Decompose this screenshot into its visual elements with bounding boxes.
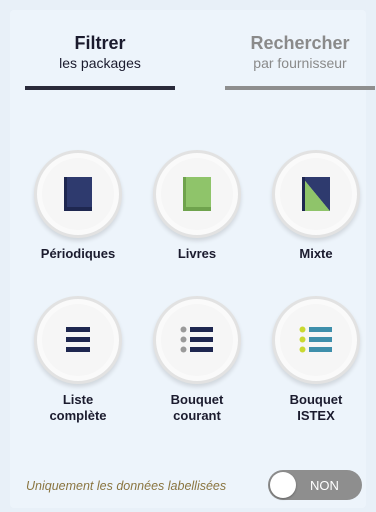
current-bouquet-list-icon	[180, 326, 213, 353]
tile-label-line2: ISTEX	[297, 408, 335, 423]
labelled-data-label: Uniquement les données labellisées	[26, 479, 227, 493]
tab-subtitle: par fournisseur	[253, 55, 347, 71]
tile-label-line1: Bouquet	[170, 392, 224, 407]
tile-livres[interactable]: Livres	[142, 150, 252, 262]
list-icon	[66, 327, 90, 352]
tile-circle	[153, 150, 241, 238]
tile-circle	[34, 296, 122, 384]
books-icon	[183, 177, 211, 211]
labelled-data-filter: Uniquement les données labellisées NON	[10, 470, 366, 506]
tab-title: Rechercher	[250, 33, 350, 53]
tile-label-line1: Bouquet	[289, 392, 343, 407]
mixed-book-icon	[302, 177, 330, 211]
tile-mixte[interactable]: Mixte	[261, 150, 371, 262]
filter-panel: Filtrer les packages Rechercher par four…	[10, 10, 375, 508]
tile-circle	[34, 150, 122, 238]
tab-subtitle: les packages	[59, 55, 141, 71]
periodicals-book-icon	[64, 177, 92, 211]
tile-circle	[272, 296, 360, 384]
tile-label: Périodiques	[40, 246, 116, 261]
tile-liste-complete[interactable]: Liste complète	[23, 296, 133, 424]
tile-bouquet-istex[interactable]: Bouquet ISTEX	[261, 296, 371, 424]
tile-circle	[153, 296, 241, 384]
labelled-data-toggle[interactable]: NON	[268, 470, 362, 500]
tab-underline	[25, 86, 175, 90]
tile-bouquet-courant[interactable]: Bouquet courant	[142, 296, 252, 424]
tile-label: Bouquet ISTEX	[261, 392, 371, 424]
tile-label: Mixte	[299, 246, 333, 261]
tile-label-line2: courant	[173, 408, 221, 423]
tile-label: Livres	[177, 246, 217, 261]
tile-label: Liste complète	[23, 392, 133, 424]
tab-underline	[225, 86, 375, 90]
tab-search-provider[interactable]: Rechercher par fournisseur	[225, 32, 375, 90]
tab-filter-packages[interactable]: Filtrer les packages	[25, 32, 175, 90]
tile-label-line2: complète	[49, 408, 107, 423]
toggle-state-text: NON	[310, 478, 339, 493]
istex-bouquet-list-icon	[299, 326, 332, 353]
tab-title: Filtrer	[74, 33, 126, 53]
tile-periodiques[interactable]: Périodiques	[23, 150, 133, 262]
toggle-knob	[270, 472, 296, 498]
tile-label-line1: Liste	[62, 392, 94, 407]
tile-circle	[272, 150, 360, 238]
tile-label: Bouquet courant	[142, 392, 252, 424]
